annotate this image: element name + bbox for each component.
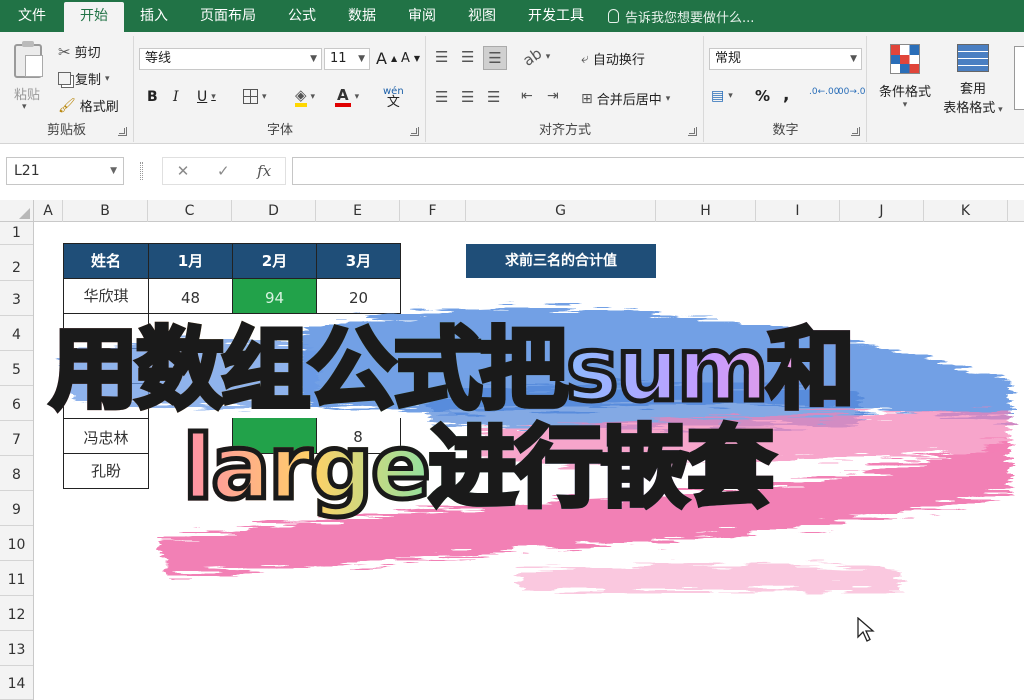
headline-line-2: large进行嵌套 xyxy=(181,415,778,520)
headline-line-1: 用数组公式把sum和 xyxy=(48,317,858,422)
mouse-cursor-icon xyxy=(857,617,875,642)
headline-line-1-text: 用数组公式把sum和 xyxy=(48,317,858,422)
headline-line-2-text: large进行嵌套 xyxy=(181,415,778,520)
